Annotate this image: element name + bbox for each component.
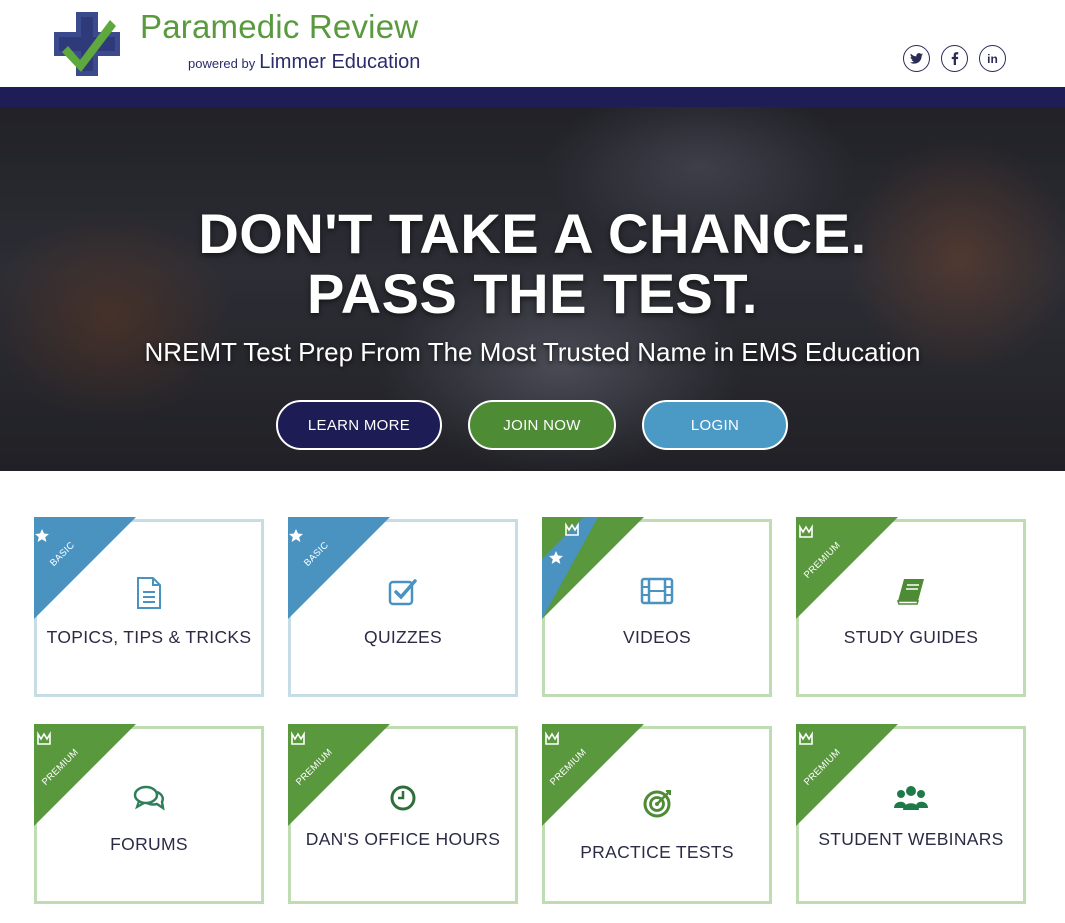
hero-subheadline: NREMT Test Prep From The Most Trusted Na…	[144, 337, 921, 367]
powered-by-text: powered by	[188, 56, 256, 71]
premium-ribbon: PREMIUM	[792, 515, 902, 625]
learn-more-button[interactable]: LEARN MORE	[276, 400, 442, 450]
basic-ribbon: BASIC	[30, 515, 140, 625]
card-label: FORUMS	[110, 834, 188, 854]
card-label: PRACTICE TESTS	[580, 842, 734, 862]
premium-ribbon: PREMIUM	[538, 722, 648, 832]
basic-ribbon: BASIC	[284, 515, 394, 625]
card-label: VIDEOS	[623, 627, 691, 647]
card-label: DAN'S OFFICE HOURS	[305, 829, 501, 849]
company-name: Limmer Education	[259, 51, 421, 73]
hero-banner: DON'T TAKE A CHANCE. PASS THE TEST. NREM…	[0, 107, 1065, 471]
premium-ribbon: PREMIUM	[284, 722, 394, 832]
brand-subtitle: powered by Limmer Education	[188, 51, 420, 74]
linkedin-icon[interactable]: in	[979, 45, 1006, 72]
site-header: Paramedic Review powered by Limmer Educat…	[0, 0, 1065, 87]
card-label: STUDENT WEBINARS	[818, 829, 1004, 849]
linkedin-glyph: in	[987, 51, 998, 66]
hero-headline-1: DON'T TAKE A CHANCE.	[198, 202, 867, 265]
brand-title[interactable]: Paramedic Review	[140, 8, 418, 46]
join-now-button[interactable]: JOIN NOW	[468, 400, 616, 450]
nav-bar	[0, 87, 1065, 107]
premium-ribbon: PREMIUM	[792, 722, 902, 832]
card-label: STUDY GUIDES	[843, 627, 979, 647]
hero-headline-2: PASS THE TEST.	[307, 262, 758, 325]
twitter-icon[interactable]	[903, 45, 930, 72]
premium-ribbon: PREMIUM	[30, 722, 140, 832]
card-label: TOPICS, TIPS & TRICKS	[46, 627, 252, 647]
facebook-icon[interactable]	[941, 45, 968, 72]
login-button[interactable]: LOGIN	[642, 400, 788, 450]
logo-icon[interactable]	[52, 10, 122, 78]
card-label: QUIZZES	[364, 627, 442, 647]
mixed-ribbon	[538, 515, 648, 625]
